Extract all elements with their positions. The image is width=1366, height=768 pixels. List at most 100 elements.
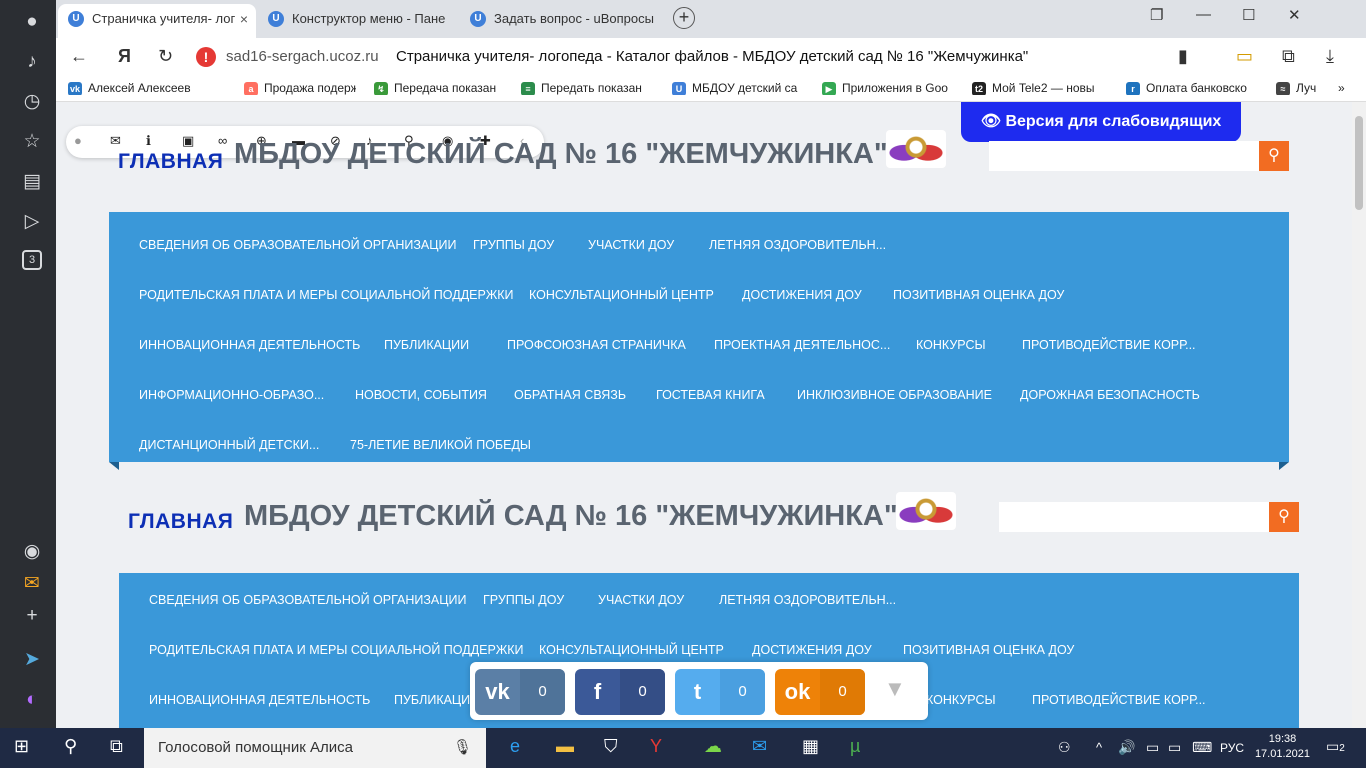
menu-item[interactable]: Обратная связь — [514, 388, 626, 402]
menu-item[interactable]: Позитивная оценка ДОУ — [893, 288, 1064, 302]
scrollbar-thumb[interactable] — [1355, 116, 1363, 210]
not-secure-icon[interactable]: ! — [196, 47, 216, 67]
search-input[interactable] — [989, 141, 1259, 171]
video-icon[interactable]: ▷ — [20, 210, 44, 234]
collapse-share-icon[interactable]: ▼ — [884, 676, 906, 702]
menu-item[interactable]: Консультационный центр — [529, 288, 714, 302]
menu-item[interactable]: Позитивная оценка ДОУ — [903, 643, 1074, 657]
more-bookmarks-icon[interactable]: » — [1338, 81, 1358, 95]
battery-icon[interactable]: ▭ — [1168, 739, 1181, 756]
menu-item[interactable]: Группы ДОУ — [473, 238, 554, 252]
menu-item[interactable]: Противодействие корр... — [1022, 338, 1196, 352]
bookmark-item[interactable]: ≈ Луч — [1276, 81, 1334, 95]
collections-icon[interactable]: ▤ — [20, 170, 44, 194]
bookmark-item[interactable]: a Продажа подержа — [244, 81, 356, 95]
tab-ask-question[interactable]: U Задать вопрос - uВопросы — [460, 4, 660, 38]
people-icon[interactable]: ⚇ — [1058, 739, 1071, 756]
network-icon[interactable]: ▭ — [1146, 739, 1159, 756]
site-logo[interactable] — [886, 130, 946, 168]
menu-item[interactable]: Публикации — [384, 338, 469, 352]
address-field[interactable]: ! sad16-sergach.ucoz.ru Страничка учител… — [196, 45, 1196, 71]
notifications-icon[interactable]: ▭2 — [1326, 738, 1345, 755]
tabs-count-icon[interactable]: 3 — [22, 250, 42, 270]
volume-icon[interactable]: 🔊 — [1118, 739, 1135, 756]
menu-item[interactable]: Летняя оздоровительн... — [709, 238, 886, 252]
bookmark-item[interactable]: ▶ Приложения в Goo — [822, 81, 958, 95]
utorrent-icon[interactable]: µ — [850, 736, 860, 757]
menu-item[interactable]: Дистанционный детски... — [139, 438, 319, 452]
bookmark-item[interactable]: ↯ Передача показан — [374, 81, 504, 95]
explorer-icon[interactable]: ▬ — [556, 736, 574, 757]
menu-item[interactable]: Летняя оздоровительн... — [719, 593, 896, 607]
add-icon[interactable]: + — [20, 604, 44, 628]
menu-item[interactable]: Участки ДОУ — [588, 238, 674, 252]
menu-item[interactable]: Инновационная деятельность — [139, 338, 360, 352]
mail-icon[interactable]: ✉ — [20, 572, 44, 596]
menu-item[interactable]: Достижения ДОУ — [752, 643, 872, 657]
bookmark-item[interactable]: r Оплата банковско — [1126, 81, 1262, 95]
bookmark-item[interactable]: vk Алексей Алексеев — [68, 81, 208, 95]
menu-item[interactable]: Родительская плата и меры социальной под… — [139, 288, 514, 302]
alice-icon[interactable]: ◐ — [20, 688, 44, 712]
site-title[interactable]: МБДОУ ДЕТСКИЙ САД № 16 "ЖЕМЧУЖИНКА" — [244, 500, 898, 533]
menu-item[interactable]: Публикаци — [394, 693, 470, 707]
tab-menu-constructor[interactable]: U Конструктор меню - Пане — [258, 4, 458, 38]
home-link[interactable]: ГЛАВНАЯ — [118, 150, 223, 174]
tab-manager-icon[interactable]: ❐ — [1150, 6, 1163, 24]
alice-app-icon[interactable]: ◉ — [20, 540, 44, 564]
download-icon[interactable]: ⤓ — [1326, 46, 1334, 67]
task-view-icon[interactable]: ⧉ — [110, 736, 123, 757]
bookmark-item[interactable]: t2 Мой Tele2 — новы — [972, 81, 1110, 95]
menu-item[interactable]: Родительская плата и меры социальной под… — [149, 643, 524, 657]
new-tab-button[interactable]: + — [673, 7, 695, 29]
share-facebook-button[interactable]: f0 — [575, 669, 665, 715]
menu-item[interactable]: Конкурсы — [916, 338, 986, 352]
menu-item[interactable]: Консультационный центр — [539, 643, 724, 657]
extensions-icon[interactable]: ⧉ — [1282, 46, 1295, 67]
close-tab-icon[interactable]: × — [240, 4, 248, 34]
menu-item[interactable]: Проектная деятельнос... — [714, 338, 890, 352]
menu-item[interactable]: Информационно-образо... — [139, 388, 324, 402]
favorites-icon[interactable]: ☆ — [20, 130, 44, 154]
user-icon[interactable]: ● — [74, 133, 82, 148]
page-scrollbar[interactable] — [1352, 102, 1366, 728]
tray-expand-icon[interactable]: ^ — [1096, 740, 1102, 755]
microphone-icon[interactable]: 🎙 — [453, 728, 472, 768]
site-logo[interactable] — [896, 492, 956, 530]
tab-teacher-page[interactable]: U Страничка учителя- лог × — [58, 4, 256, 38]
menu-item[interactable]: Профсоюзная страничка — [507, 338, 686, 352]
calendar-app-icon[interactable]: ▦ — [802, 736, 819, 757]
share-twitter-button[interactable]: t0 — [675, 669, 765, 715]
back-button[interactable]: ← — [70, 46, 88, 67]
search-input[interactable] — [999, 502, 1269, 532]
menu-item[interactable]: Новости, события — [355, 388, 487, 402]
bookmark-item[interactable]: U МБДОУ детский са — [672, 81, 808, 95]
reload-button[interactable]: ↻ — [158, 46, 173, 67]
menu-item[interactable]: Гостевая книга — [656, 388, 765, 402]
mail-app-icon[interactable]: ✉ — [752, 736, 767, 757]
menu-item[interactable]: Конкурсы — [926, 693, 996, 707]
menu-item[interactable]: Участки ДОУ — [598, 593, 684, 607]
menu-item[interactable]: Дорожная безопасность — [1020, 388, 1200, 402]
close-window-button[interactable]: ✕ — [1288, 6, 1301, 24]
menu-item[interactable]: Инновационная деятельность — [149, 693, 370, 707]
share-odnoklassniki-button[interactable]: ok 0 — [775, 669, 865, 715]
maximize-button[interactable]: ☐ — [1242, 6, 1255, 24]
store-icon[interactable]: ⛉ — [604, 736, 618, 757]
share-vk-button[interactable]: vk 0 — [475, 669, 565, 715]
menu-item[interactable]: Достижения ДОУ — [742, 288, 862, 302]
keyboard-icon[interactable]: ⌨ — [1192, 739, 1212, 756]
history-icon[interactable]: ◷ — [20, 90, 44, 114]
menu-item[interactable]: Сведения об образовательной организации — [139, 238, 457, 252]
send-icon[interactable]: ➤ — [20, 648, 44, 672]
menu-item[interactable]: Инклюзивное образование — [797, 388, 992, 402]
windows-start-icon[interactable]: ⊞ — [14, 736, 29, 757]
menu-item[interactable]: 75-летие Великой Победы — [350, 438, 531, 452]
search-button[interactable]: ⚲ — [1259, 141, 1289, 171]
yandex-browser-icon[interactable]: Y — [650, 736, 662, 757]
bell-icon[interactable]: ♪ — [20, 50, 44, 74]
profile-icon[interactable]: ● — [20, 10, 44, 34]
yandex-logo-icon[interactable]: Я — [118, 46, 131, 67]
clock[interactable]: 19:38 17.01.2021 — [1255, 732, 1310, 762]
bookmark-item[interactable]: ≡ Передать показан — [521, 81, 657, 95]
